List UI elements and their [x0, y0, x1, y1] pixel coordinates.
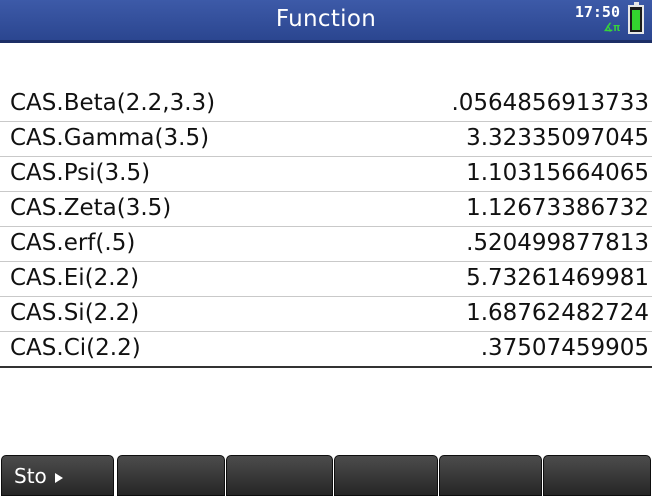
history-expression: CAS.Gamma(3.5) — [10, 125, 210, 151]
history-result: .520499877813 — [466, 230, 649, 256]
history-entry[interactable]: CAS.Gamma(3.5) 3.32335097045 — [0, 122, 652, 157]
softkey-3[interactable] — [226, 455, 333, 496]
sto-text: Sto — [14, 464, 47, 488]
history-entry[interactable]: CAS.Zeta(3.5) 1.12673386732 — [0, 192, 652, 227]
history-result: 1.12673386732 — [466, 195, 649, 221]
history-expression: CAS.Zeta(3.5) — [10, 195, 172, 221]
battery-icon — [628, 2, 644, 34]
history-expression: CAS.erf(.5) — [10, 230, 136, 256]
softkey-4[interactable] — [334, 455, 438, 496]
history-result: .0564856913733 — [451, 90, 649, 116]
history-list[interactable]: CAS.Beta(2.2,3.3) .0564856913733 CAS.Gam… — [0, 87, 652, 367]
history-expression: CAS.Ci(2.2) — [10, 335, 141, 361]
sto-softkey[interactable]: Sto — [1, 455, 114, 496]
title-bar: Function 17:50 ∡π — [0, 0, 652, 43]
history-result: 5.73261469981 — [466, 265, 649, 291]
history-entry[interactable]: CAS.Si(2.2) 1.68762482724 — [0, 297, 652, 332]
clock: 17:50 — [574, 3, 620, 21]
softkey-2[interactable] — [117, 455, 225, 496]
history-entry[interactable]: CAS.erf(.5) .520499877813 — [0, 227, 652, 262]
app-title: Function — [275, 6, 377, 32]
entry-line-divider — [0, 366, 652, 368]
history-expression: CAS.Ei(2.2) — [10, 265, 140, 291]
history-expression: CAS.Psi(3.5) — [10, 160, 151, 186]
calculator-screen: Function 17:50 ∡π CAS.Beta(2.2,3.3) .056… — [0, 0, 652, 496]
history-expression: CAS.Beta(2.2,3.3) — [10, 90, 216, 116]
history-result: 3.32335097045 — [466, 125, 649, 151]
history-entry[interactable]: CAS.Beta(2.2,3.3) .0564856913733 — [0, 87, 652, 122]
history-entry[interactable]: CAS.Psi(3.5) 1.10315664065 — [0, 157, 652, 192]
history-entry[interactable]: CAS.Ci(2.2) .37507459905 — [0, 332, 652, 367]
history-expression: CAS.Si(2.2) — [10, 300, 140, 326]
angle-mode-indicator: ∡π — [603, 21, 620, 34]
history-result: 1.68762482724 — [466, 300, 649, 326]
softkey-5[interactable] — [439, 455, 542, 496]
history-result: .37507459905 — [480, 335, 649, 361]
softkey-menu: Sto — [0, 455, 652, 496]
battery-terminal — [634, 2, 639, 5]
right-arrow-icon — [54, 472, 63, 483]
softkey-6[interactable] — [543, 455, 651, 496]
sto-label: Sto — [14, 464, 63, 488]
history-result: 1.10315664065 — [466, 160, 649, 186]
history-entry[interactable]: CAS.Ei(2.2) 5.73261469981 — [0, 262, 652, 297]
battery-level — [632, 10, 640, 30]
